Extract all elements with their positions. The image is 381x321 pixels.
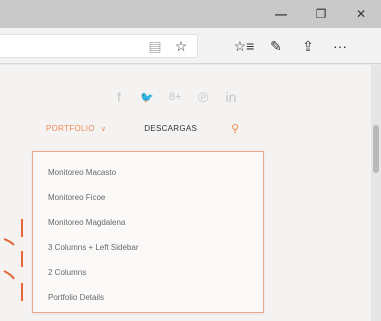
nav-portfolio[interactable]: PORTFOLIO — [46, 124, 95, 133]
portfolio-dropdown-menu: Monitoreo Macasto Monitoreo Ficoe Monito… — [32, 151, 264, 313]
facebook-icon[interactable]: f — [112, 89, 126, 105]
menu-item-monitoreo-macasto[interactable]: Monitoreo Macasto — [48, 168, 116, 177]
favorite-star-icon[interactable]: ☆ — [168, 34, 194, 58]
menu-item-monitoreo-ficoe[interactable]: Monitoreo Ficoe — [48, 193, 105, 202]
nav-descargas[interactable]: DESCARGAS — [144, 124, 197, 133]
address-bar-actions: ▤ ☆ — [142, 34, 194, 58]
chevron-down-icon[interactable]: ∨ — [101, 125, 106, 133]
linkedin-icon[interactable]: in — [224, 89, 238, 105]
decorative-shape — [3, 219, 23, 301]
menu-item-portfolio-details[interactable]: Portfolio Details — [48, 293, 104, 302]
googleplus-icon[interactable]: 8+ — [168, 91, 182, 103]
title-bar: — ❐ ✕ — [0, 0, 381, 28]
maximize-button[interactable]: ❐ — [301, 0, 341, 28]
search-icon[interactable]: ⚲ — [231, 122, 239, 135]
twitter-icon[interactable]: 🐦 — [140, 91, 154, 104]
pen-icon[interactable]: ✎ — [260, 34, 292, 58]
browser-toolbar: ▤ ☆ ☆≡ ✎ ⇪ ··· — [0, 28, 381, 64]
minimize-button[interactable]: — — [261, 0, 301, 28]
share-icon[interactable]: ⇪ — [292, 34, 324, 58]
reading-view-icon[interactable]: ▤ — [142, 34, 168, 58]
more-icon[interactable]: ··· — [324, 34, 356, 58]
window-controls: — ❐ ✕ — [261, 0, 381, 28]
browser-actions: ☆≡ ✎ ⇪ ··· — [228, 34, 356, 58]
scrollbar-thumb[interactable] — [373, 125, 379, 173]
close-button[interactable]: ✕ — [341, 0, 381, 28]
menu-item-monitoreo-magdalena[interactable]: Monitoreo Magdalena — [48, 218, 125, 227]
main-nav: PORTFOLIO ∨ DESCARGAS ⚲ — [46, 122, 240, 135]
favorites-list-icon[interactable]: ☆≡ — [228, 34, 260, 58]
social-links: f 🐦 8+ ℗ in — [112, 89, 238, 105]
page-scrollbar[interactable] — [371, 65, 381, 321]
pinterest-icon[interactable]: ℗ — [196, 89, 210, 105]
menu-item-3-columns-left-sidebar[interactable]: 3 Columns + Left Sidebar — [48, 243, 139, 252]
web-page: f 🐦 8+ ℗ in PORTFOLIO ∨ DESCARGAS ⚲ Moni… — [0, 65, 381, 321]
menu-item-2-columns[interactable]: 2 Columns — [48, 268, 86, 277]
